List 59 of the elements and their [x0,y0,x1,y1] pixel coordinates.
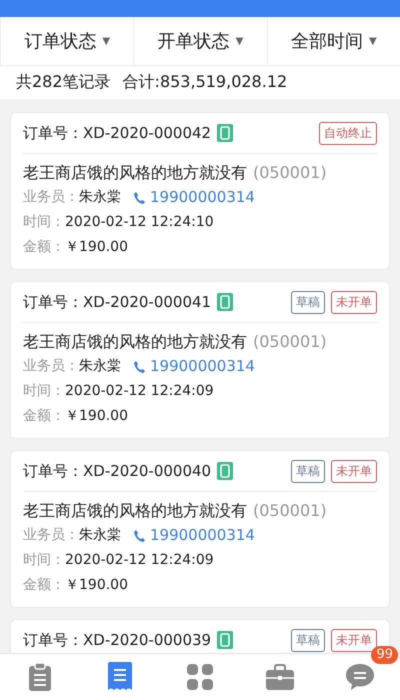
salesman-name: 朱永棠 [79,526,121,545]
order-card[interactable]: 订单号：XD-2020-000041 草稿 未开单 老王商店饿的风格的地方就没有 (050001) 业务员：朱永棠 19900000314 时间：2020-02-12 12:24:09 金额：￥190.00 [11,282,389,438]
phone-icon [217,631,234,649]
phone-icon [217,124,234,142]
record-count: 共282笔记录 [16,72,111,93]
phone-call-icon [133,528,146,542]
store-code: (050001) [253,163,327,182]
store-code: (050001) [253,501,327,520]
store-name: 老王商店饿的风格的地方就没有 [23,163,247,182]
total-amount: 合计:853,519,028.12 [122,72,288,93]
caret-icon: ▼ [236,36,244,46]
status-tag: 未开单 [331,460,377,482]
status-tag: 草稿 [291,290,325,314]
store-name: 老王商店饿的风格的地方就没有 [23,501,247,520]
order-number: 订单号：XD-2020-000039 [23,630,212,650]
phone-link[interactable]: 19900000314 [150,357,255,376]
field-label: 时间： [23,551,65,570]
caret-icon: ▼ [368,36,377,46]
status-tag: 草稿 [291,628,325,652]
field-label: 业务员： [23,188,79,207]
order-time: 2020-02-12 12:24:09 [65,382,214,401]
order-card[interactable]: 订单号：XD-2020-000040 草稿 未开单 老王商店饿的风格的地方就没有 (050001) 业务员：朱永棠 19900000314 时间：2020-02-12 12:24:09 金额：￥190.00 [11,451,389,607]
order-amount: ￥190.00 [65,238,128,257]
field-label: 金额： [23,576,65,595]
status-tag: 未开单 [331,628,377,652]
receipt-icon [108,662,132,692]
clipboard-icon [28,663,52,691]
field-label: 业务员： [23,357,79,376]
order-number: 订单号：XD-2020-000041 [23,292,212,312]
chat-icon [346,663,374,691]
order-number: 订单号：XD-2020-000042 [23,124,212,142]
order-time: 2020-02-12 12:24:10 [65,213,214,232]
grid-icon [187,664,213,690]
store-name: 老王商店饿的风格的地方就没有 [23,332,247,351]
phone-link[interactable]: 19900000314 [150,188,255,207]
order-amount: ￥190.00 [65,576,128,595]
field-label: 金额： [23,407,65,426]
status-tag: 未开单 [331,290,377,314]
phone-icon [217,293,234,311]
order-time: 2020-02-12 12:24:09 [65,551,214,570]
phone-call-icon [133,360,146,374]
briefcase-icon [266,664,294,690]
store-code: (050001) [253,332,327,351]
phone-call-icon [133,190,146,204]
phone-link[interactable]: 19900000314 [150,526,255,545]
unread-badge: 99 [371,646,398,664]
caret-icon: ▼ [102,36,110,46]
status-tag: 自动终止 [319,122,377,144]
phone-icon [217,462,234,480]
order-amount: ￥190.00 [65,407,128,426]
status-tag: 草稿 [291,460,325,482]
field-label: 时间： [23,213,65,232]
field-label: 时间： [23,382,65,401]
field-label: 业务员： [23,526,79,545]
salesman-name: 朱永棠 [79,188,121,207]
salesman-name: 朱永棠 [79,357,121,376]
order-card[interactable]: 订单号：XD-2020-000042 自动终止 老王商店饿的风格的地方就没有 (050001) 业务员：朱永棠 19900000314 时间：2020-02-12 12:24:10 金额：￥190.00 [11,113,389,269]
order-number: 订单号：XD-2020-000040 [23,462,212,480]
field-label: 金额： [23,238,65,257]
